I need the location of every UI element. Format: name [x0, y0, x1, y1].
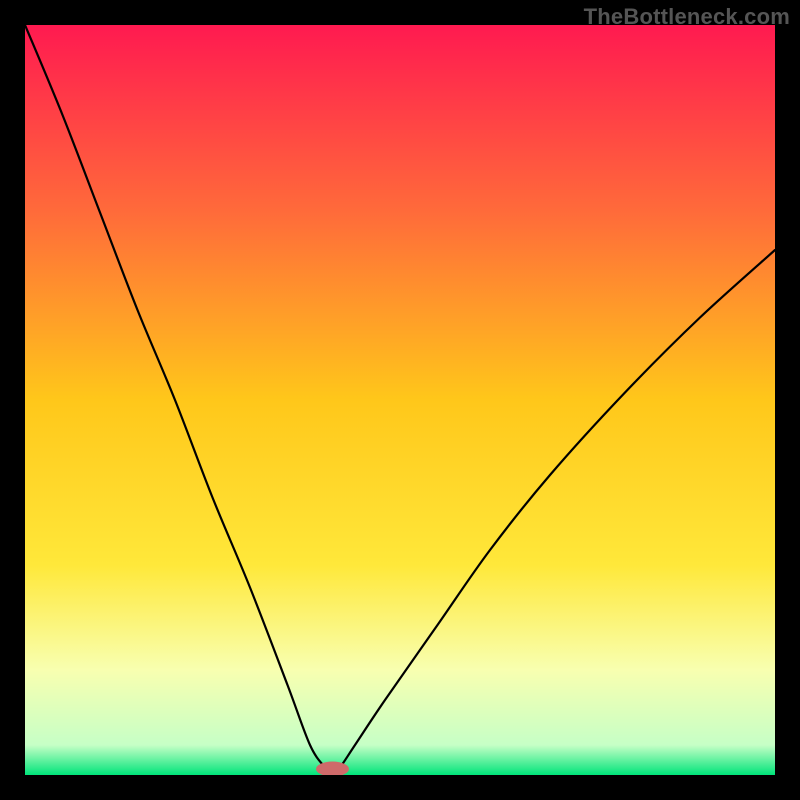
plot-area — [25, 25, 775, 775]
plot-background — [25, 25, 775, 775]
plot-svg — [25, 25, 775, 775]
watermark-text: TheBottleneck.com — [584, 4, 790, 30]
chart-frame: TheBottleneck.com — [0, 0, 800, 800]
